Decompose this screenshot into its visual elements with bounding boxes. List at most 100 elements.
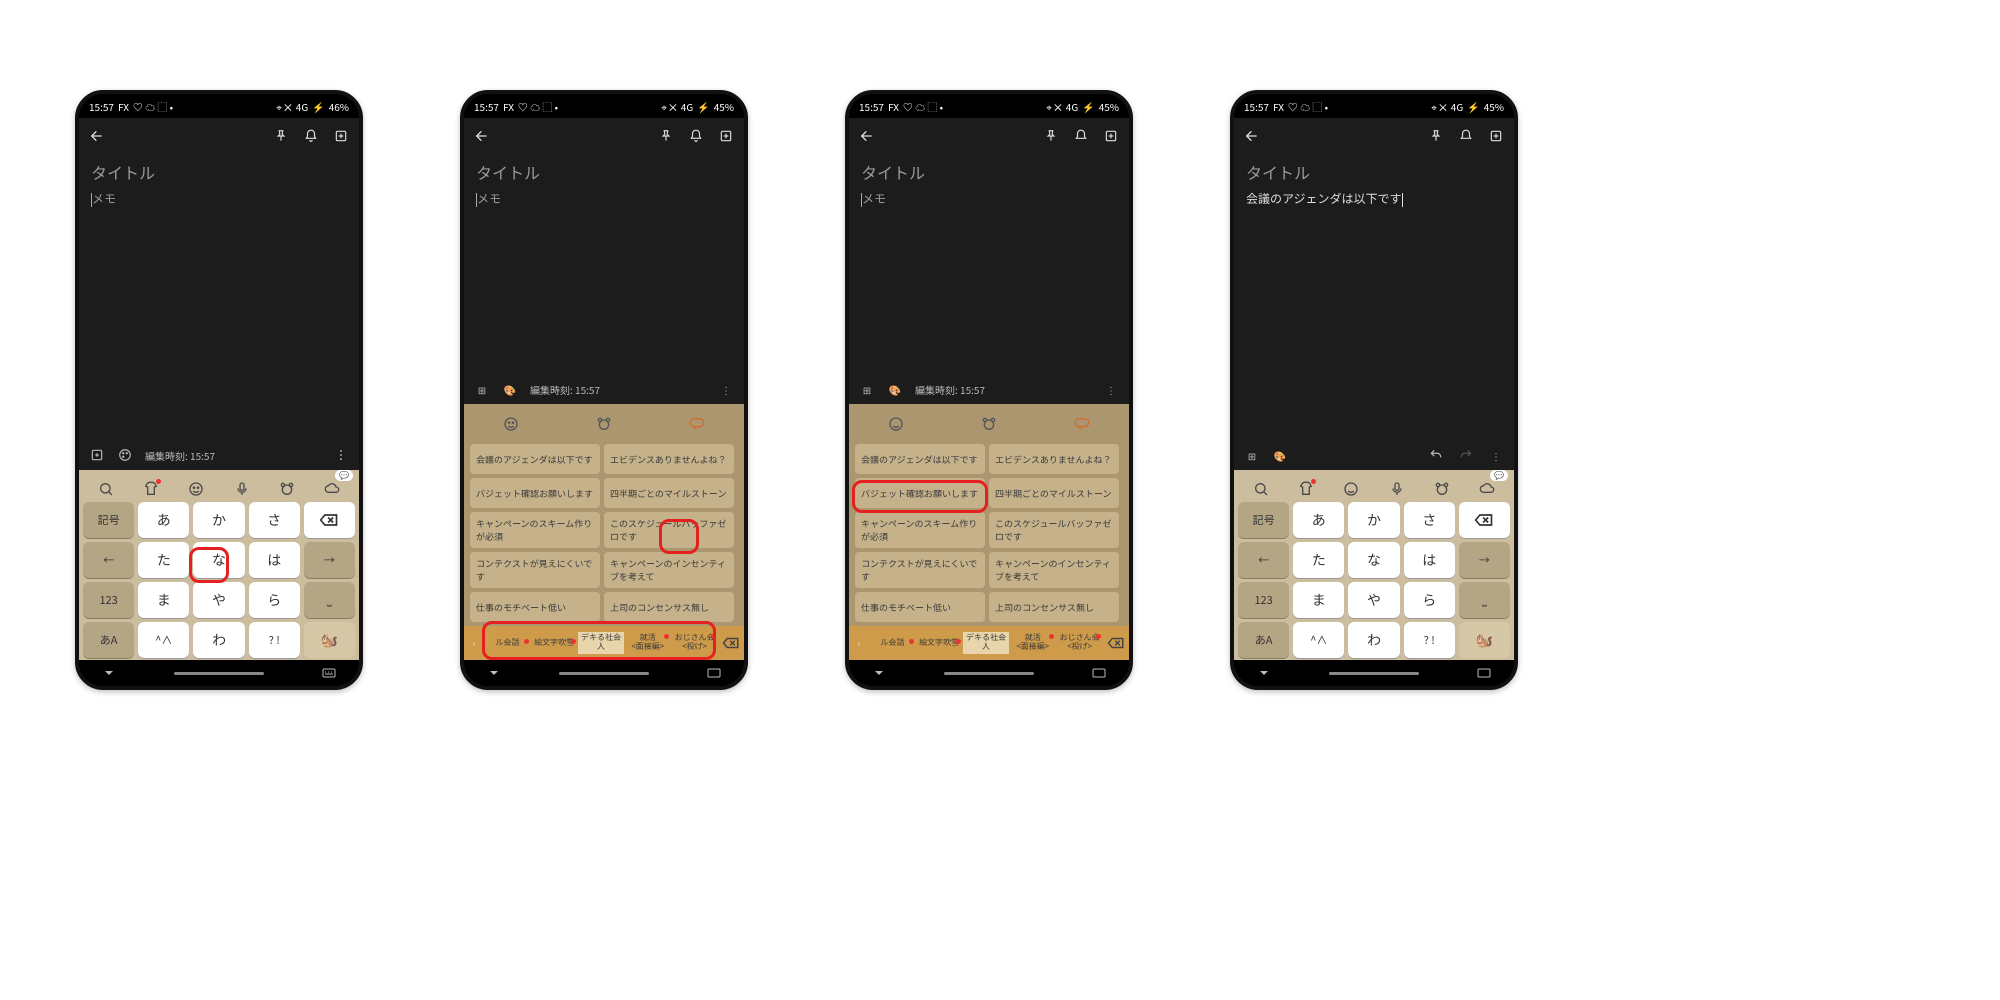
cat-back-icon[interactable]: ‹ [849,638,869,649]
key-wa[interactable]: わ [193,622,244,658]
phrase-item[interactable]: キャンペーンのインセンティブを考えて [604,552,734,588]
nav-back-icon[interactable] [871,665,887,681]
back-icon[interactable] [474,128,490,144]
key-right[interactable]: → [304,542,355,578]
add-icon[interactable] [89,447,105,463]
phrase-item[interactable]: エビデンスありませんよね？ [989,444,1119,474]
key-na[interactable]: な [1348,542,1399,578]
archive-icon[interactable] [718,128,734,144]
pin-icon[interactable] [1043,128,1059,144]
phrase-item[interactable]: このスケジュールバッファゼロです [604,512,734,548]
key-right[interactable]: → [1459,542,1510,578]
cloud-icon[interactable] [1479,481,1495,497]
key-a[interactable]: あ [138,502,189,538]
tab-emoji-icon[interactable] [503,416,519,432]
key-ha[interactable]: は [249,542,300,578]
nav-back-icon[interactable] [1256,665,1272,681]
add-icon[interactable]: ⊞ [1244,447,1260,463]
key-enter-sticker[interactable]: 🐿️ [304,622,355,658]
phrase-item[interactable]: 上司のコンセンサス無し [604,592,734,622]
key-ta[interactable]: た [1293,542,1344,578]
archive-icon[interactable] [333,128,349,144]
bear-icon[interactable] [1434,481,1450,497]
voice-bubble-icon[interactable]: 💬 [335,470,353,481]
search-icon[interactable] [98,481,114,497]
cat-item[interactable]: 絵文字吹雪 [916,637,963,650]
more-icon[interactable]: ⋮ [718,381,734,397]
home-indicator[interactable] [1329,672,1419,675]
title-placeholder[interactable]: タイトル [91,160,347,184]
phrase-item[interactable]: 四半期ごとのマイルストーン [989,478,1119,508]
voice-bubble-icon[interactable]: 💬 [1490,470,1508,481]
home-indicator[interactable] [944,672,1034,675]
home-indicator[interactable] [559,672,649,675]
add-icon[interactable]: ⊞ [474,381,490,397]
phrase-item[interactable]: バジェット確認お願いします [855,478,985,508]
key-ra[interactable]: ら [249,582,300,618]
note-content[interactable]: タイトル メモ [464,154,744,213]
cat-item[interactable]: おじさん会 <投げ> [671,632,718,654]
phrase-item[interactable]: 会議のアジェンダは以下です [470,444,600,474]
pin-icon[interactable] [1428,128,1444,144]
phrase-item[interactable]: 会議のアジェンダは以下です [855,444,985,474]
phrase-item[interactable]: 仕事のモチベート低い [470,592,600,622]
phrase-item[interactable]: 上司のコンセンサス無し [989,592,1119,622]
mic-icon[interactable] [234,481,250,497]
key-ra[interactable]: ら [1404,582,1455,618]
pin-icon[interactable] [658,128,674,144]
body-placeholder[interactable]: メモ [92,190,116,207]
search-icon[interactable] [1253,481,1269,497]
home-indicator[interactable] [174,672,264,675]
note-content[interactable]: タイトル メモ [849,154,1129,213]
key-ma[interactable]: ま [1293,582,1344,618]
emoji-icon[interactable] [188,481,204,497]
key-caret[interactable]: ^∧ [138,622,189,658]
back-icon[interactable] [89,128,105,144]
key-backspace[interactable] [1459,502,1510,538]
tab-phrase-icon[interactable] [1074,416,1090,432]
bell-icon[interactable] [1458,128,1474,144]
title-placeholder[interactable]: タイトル [1246,160,1502,184]
pin-icon[interactable] [273,128,289,144]
tab-bear-icon[interactable] [981,416,997,432]
cat-item-selected[interactable]: デキる社会人 [963,632,1010,654]
cat-item-selected[interactable]: デキる社会人 [578,632,625,654]
archive-icon[interactable] [1103,128,1119,144]
keyboard-switch-icon[interactable] [321,665,337,681]
cat-item[interactable]: 絵文字吹雪 [531,637,578,650]
keyboard-switch-icon[interactable] [1476,665,1492,681]
key-symbol[interactable]: 記号 [1238,502,1289,538]
key-ya[interactable]: や [193,582,244,618]
key-left[interactable]: ← [1238,542,1289,578]
key-ya[interactable]: や [1348,582,1399,618]
key-na[interactable]: な [193,542,244,578]
tab-phrase-icon[interactable] [689,416,705,432]
key-space[interactable]: ⎵ [304,582,355,618]
cat-delete-icon[interactable] [718,637,744,649]
cat-back-icon[interactable]: ‹ [464,638,484,649]
phrase-item[interactable]: キャンペーンのスキーム作りが必須 [470,512,600,548]
phrase-item[interactable]: 四半期ごとのマイルストーン [604,478,734,508]
note-text[interactable]: 会議のアジェンダは以下です [1246,190,1402,207]
undo-icon[interactable] [1428,447,1444,463]
keyboard-switch-icon[interactable] [706,665,722,681]
key-ka[interactable]: か [1348,502,1399,538]
key-ta[interactable]: た [138,542,189,578]
key-ka[interactable]: か [193,502,244,538]
key-wa[interactable]: わ [1348,622,1399,658]
tab-bear-icon[interactable] [596,416,612,432]
bell-icon[interactable] [688,128,704,144]
cat-delete-icon[interactable] [1103,637,1129,649]
add-icon[interactable]: ⊞ [859,381,875,397]
key-backspace[interactable] [304,502,355,538]
mic-icon[interactable] [1389,481,1405,497]
key-a[interactable]: あ [1293,502,1344,538]
key-ha[interactable]: は [1404,542,1455,578]
key-lang[interactable]: あA [83,622,134,658]
phrase-item[interactable]: エビデンスありませんよね？ [604,444,734,474]
keyboard-switch-icon[interactable] [1091,665,1107,681]
phrase-item[interactable]: キャンペーンのインセンティブを考えて [989,552,1119,588]
key-sa[interactable]: さ [1404,502,1455,538]
phrase-item[interactable]: このスケジュールバッファゼロです [989,512,1119,548]
phrase-item[interactable]: コンテクストが見えにくいです [855,552,985,588]
